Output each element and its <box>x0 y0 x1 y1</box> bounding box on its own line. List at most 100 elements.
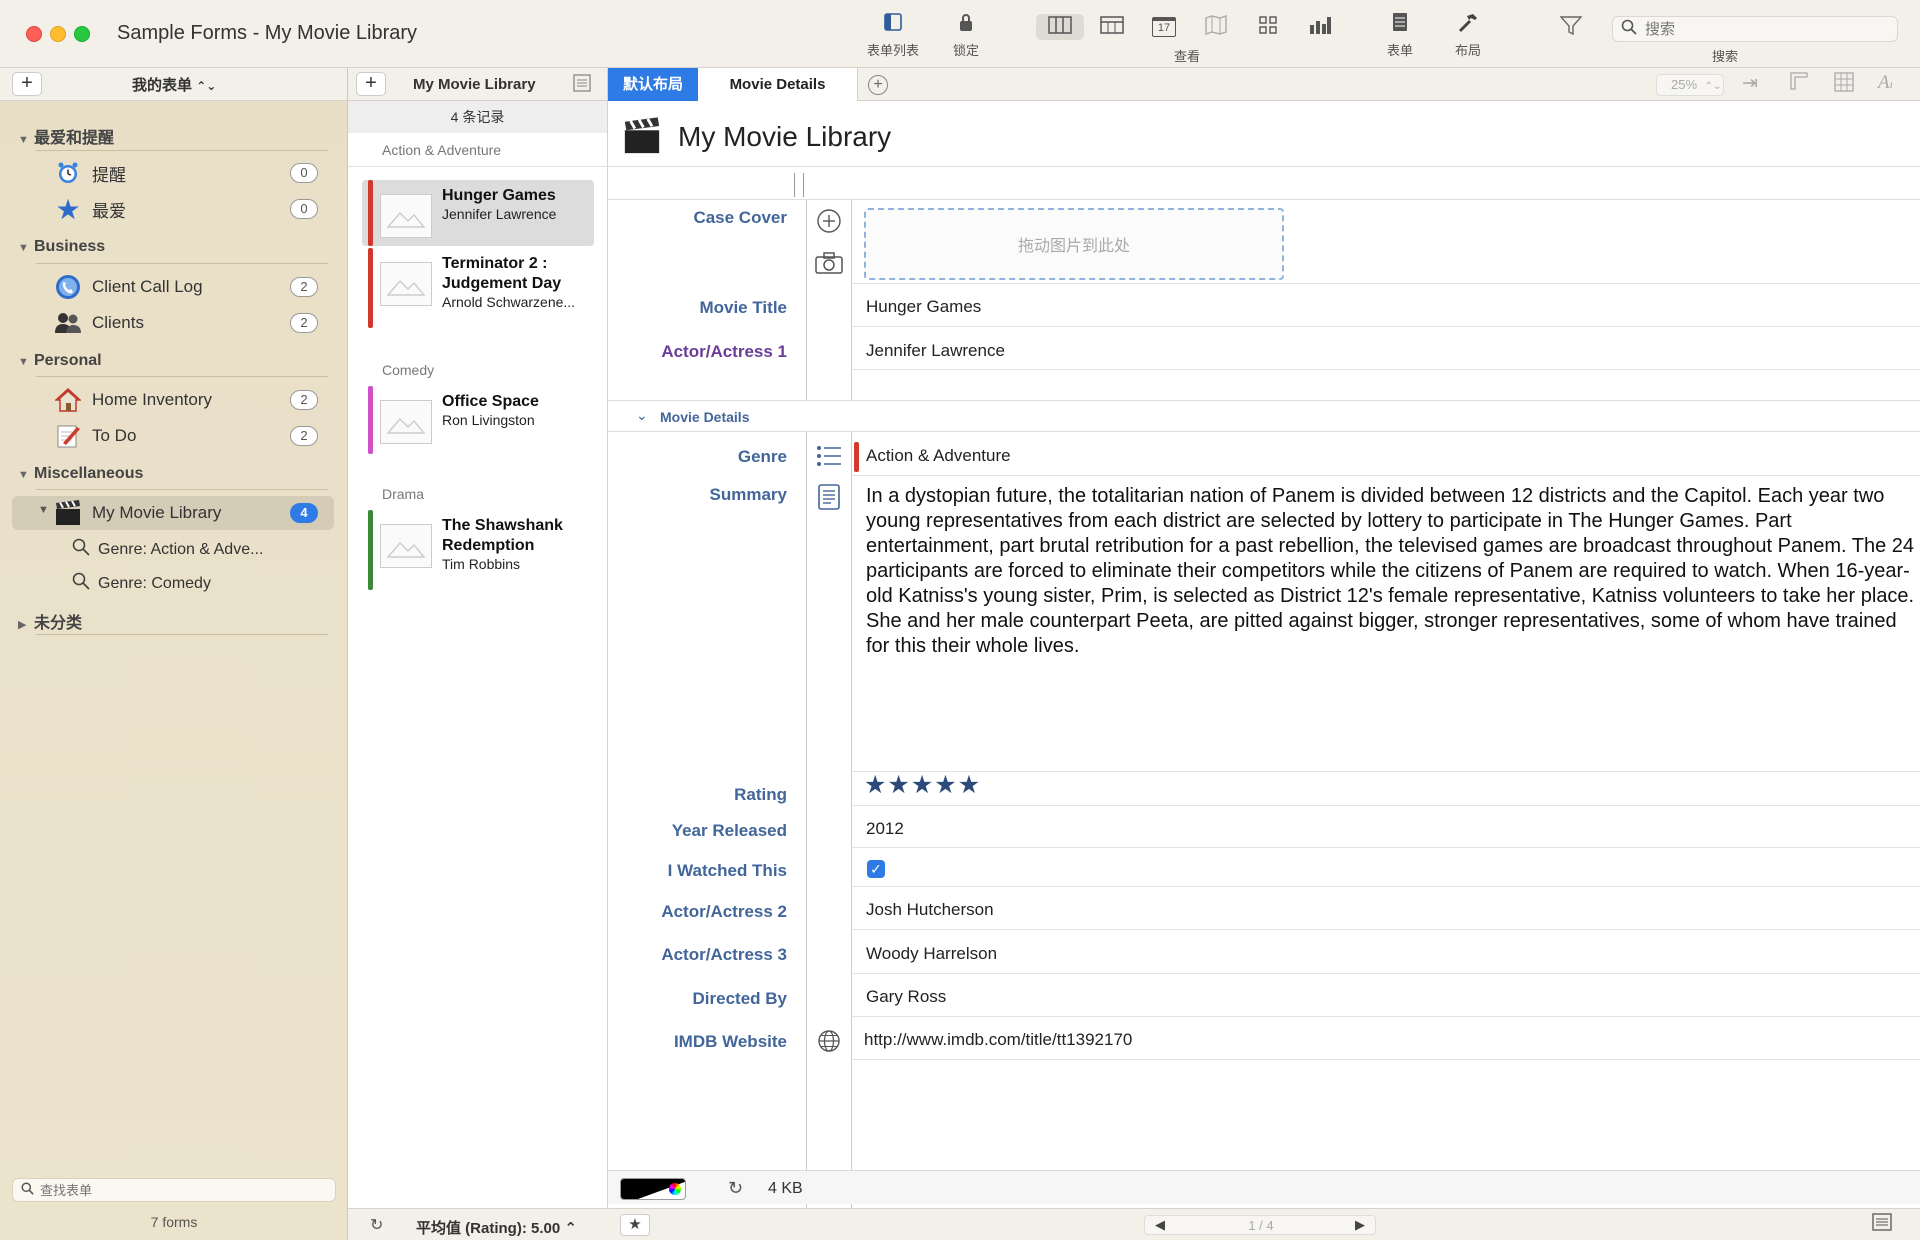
main-footer: ★ ◀ 1 / 4 ▶ <box>608 1208 1920 1240</box>
tab-order-icon[interactable]: ⇥ <box>1742 72 1758 95</box>
disclosure-triangle-icon[interactable]: ▼ <box>38 504 49 516</box>
section-uncategorized[interactable]: ▶ 未分类 <box>18 609 82 633</box>
calendar-icon: 17 <box>1152 17 1176 37</box>
favorite-button[interactable]: ★ <box>620 1214 650 1236</box>
sidebar-item-clients[interactable]: Clients 2 <box>12 306 334 340</box>
record-item[interactable]: Office Space Ron Livingston <box>362 386 594 454</box>
add-form-button[interactable]: + <box>12 72 42 96</box>
view-chart-button[interactable] <box>1296 14 1344 40</box>
genre-field[interactable]: Action & Adventure <box>866 446 1011 466</box>
field-divider <box>851 929 1920 930</box>
divider <box>36 376 328 377</box>
add-circle-icon[interactable] <box>814 206 844 236</box>
imdb-website-field[interactable]: http://www.imdb.com/title/tt1392170 <box>864 1030 1132 1050</box>
group-label: Comedy <box>382 362 435 378</box>
actor-1-field[interactable]: Jennifer Lawrence <box>866 341 1005 361</box>
sidebar-title-text: 我的表单 <box>132 77 193 94</box>
section-personal[interactable]: ▼ Personal <box>18 352 102 370</box>
star-icon: ★ <box>55 193 81 225</box>
search-input[interactable] <box>1645 20 1885 38</box>
view-map-button[interactable] <box>1192 14 1240 40</box>
rating-star-icon[interactable]: ★ <box>934 771 957 799</box>
view-grid-button[interactable] <box>1244 14 1292 40</box>
magnifier-icon <box>72 572 90 595</box>
sidebar-item-my-movie-library[interactable]: ▼ My Movie Library 4 <box>12 496 334 530</box>
next-record-button[interactable]: ▶ <box>1355 1217 1365 1233</box>
lock-button[interactable]: 锁定 <box>948 12 984 59</box>
actor-2-field[interactable]: Josh Hutcherson <box>866 900 994 920</box>
filter-button[interactable] <box>1556 16 1586 42</box>
view-table-button[interactable] <box>1088 14 1136 40</box>
tab-movie-details[interactable]: Movie Details <box>698 68 858 101</box>
sidebar-item-reminders[interactable]: 提醒 0 <box>12 156 334 190</box>
record-title: Terminator 2 : Judgement Day <box>442 255 562 292</box>
sidebar-toggle-icon <box>862 12 924 38</box>
rating-star-icon[interactable]: ★ <box>864 771 887 799</box>
case-cover-drop-zone[interactable]: 拖动图片到此处 <box>864 208 1284 280</box>
sidebar-item-home-inventory[interactable]: Home Inventory 2 <box>12 383 334 417</box>
sidebar-item-to-do[interactable]: To Do 2 <box>12 419 334 453</box>
font-style-icon[interactable]: Aı <box>1878 72 1893 94</box>
section-movie-details[interactable]: ⌄ Movie Details <box>608 400 1920 432</box>
rating-star-icon[interactable]: ★ <box>958 771 981 799</box>
search-field[interactable] <box>1612 16 1898 42</box>
section-favorites-reminders[interactable]: ▼ 最爱和提醒 <box>18 124 114 148</box>
summary-field[interactable]: In a dystopian future, the totalitarian … <box>866 484 1916 659</box>
movie-title-field[interactable]: Hunger Games <box>866 297 981 317</box>
ruler-icon[interactable] <box>1790 72 1808 96</box>
zoom-select[interactable]: 25% ⌃⌄ <box>1656 74 1724 96</box>
list-view-icon[interactable] <box>573 74 591 97</box>
layout-panel-icon[interactable] <box>1872 1213 1892 1236</box>
disclosure-triangle-icon: ▼ <box>18 134 29 146</box>
sidebar-item-favorites[interactable]: ★ 最爱 0 <box>12 192 334 226</box>
tab-default-layout[interactable]: 默认布局 <box>608 68 698 101</box>
column-resize-handle[interactable] <box>794 173 804 197</box>
record-color-picker[interactable] <box>620 1178 686 1200</box>
view-calendar-button[interactable]: 17 <box>1140 14 1188 40</box>
genre-color-bar <box>854 442 859 472</box>
find-form-input[interactable] <box>40 1182 320 1198</box>
record-item[interactable]: The Shawshank Redemption Tim Robbins <box>362 510 594 590</box>
count-badge: 2 <box>290 313 318 333</box>
refresh-icon[interactable]: ↻ <box>728 1178 743 1199</box>
section-label: 未分类 <box>34 615 83 632</box>
saved-search-genre-comedy[interactable]: Genre: Comedy <box>72 572 211 595</box>
layout-button[interactable]: 布局 <box>1450 12 1486 59</box>
find-form-field[interactable] <box>12 1178 336 1202</box>
directed-by-field[interactable]: Gary Ross <box>866 987 946 1007</box>
field-label-movie-title: Movie Title <box>699 298 787 317</box>
rating-field[interactable]: ★★★★★ <box>864 770 981 800</box>
saved-search-genre-action[interactable]: Genre: Action & Adve... <box>72 538 263 561</box>
refresh-icon[interactable]: ↻ <box>370 1215 383 1235</box>
form-button[interactable]: 表单 <box>1384 12 1416 59</box>
form-list-button[interactable]: 表单列表 <box>862 12 924 59</box>
actor-3-field[interactable]: Woody Harrelson <box>866 944 997 964</box>
watched-checkbox[interactable]: ✓ <box>867 860 885 878</box>
minimize-window-button[interactable] <box>50 26 66 42</box>
year-released-field[interactable]: 2012 <box>866 819 904 839</box>
form-list-label: 表单列表 <box>866 43 919 58</box>
record-item[interactable]: Hunger Games Jennifer Lawrence <box>362 180 594 246</box>
sidebar-title[interactable]: 我的表单 ⌃⌄ <box>132 74 216 95</box>
grid-icon[interactable] <box>1834 72 1854 98</box>
field-divider <box>851 771 1920 772</box>
section-business[interactable]: ▼ Business <box>18 238 105 256</box>
add-record-button[interactable]: + <box>356 72 386 96</box>
grid-view-icon <box>1259 15 1277 39</box>
rating-star-icon[interactable]: ★ <box>887 771 910 799</box>
list-icon[interactable] <box>814 441 844 471</box>
globe-icon[interactable] <box>814 1026 844 1056</box>
maximize-window-button[interactable] <box>74 26 90 42</box>
camera-icon[interactable] <box>814 248 844 278</box>
add-layout-button[interactable]: + <box>868 75 888 95</box>
close-window-button[interactable] <box>26 26 42 42</box>
record-item[interactable]: Terminator 2 : Judgement Day Arnold Schw… <box>362 248 594 328</box>
view-columns-button[interactable] <box>1036 14 1084 40</box>
note-icon[interactable] <box>814 482 844 512</box>
field-divider <box>851 1016 1920 1017</box>
chevron-down-icon: ⌄ <box>636 407 648 423</box>
sidebar-item-client-call-log[interactable]: Client Call Log 2 <box>12 270 334 304</box>
rating-star-icon[interactable]: ★ <box>911 771 934 799</box>
summary-calculation[interactable]: 平均值 (Rating): 5.00 ⌃ <box>416 1217 577 1238</box>
section-miscellaneous[interactable]: ▼ Miscellaneous <box>18 465 143 483</box>
